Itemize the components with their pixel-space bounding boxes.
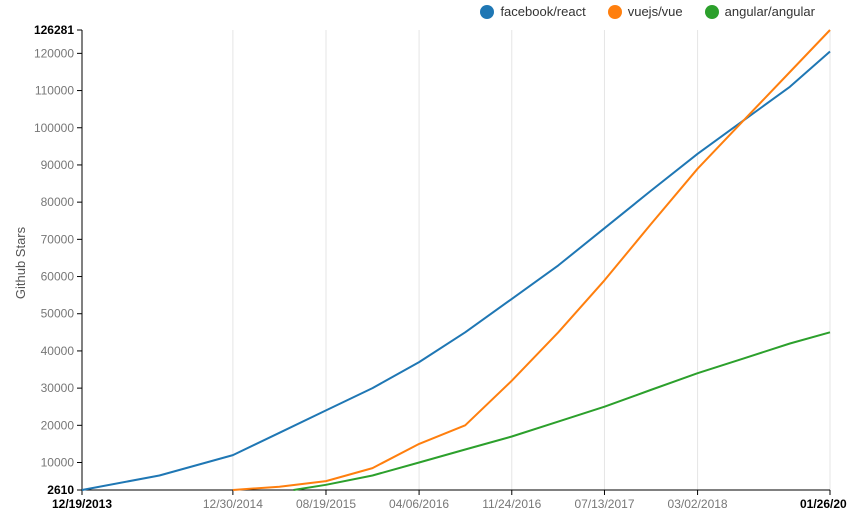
y-tick-label: 30000 bbox=[41, 381, 75, 395]
y-tick-label: 80000 bbox=[41, 195, 75, 209]
y-tick-label: 90000 bbox=[41, 158, 75, 172]
x-tick-label: 07/13/2017 bbox=[574, 497, 634, 511]
y-tick-label: 126281 bbox=[34, 23, 74, 37]
y-tick-label: 50000 bbox=[41, 307, 75, 321]
legend-dot-icon bbox=[480, 5, 494, 19]
chart-container: facebook/react vuejs/vue angular/angular… bbox=[0, 0, 847, 526]
y-tick-label: 40000 bbox=[41, 344, 75, 358]
legend-item-vue: vuejs/vue bbox=[608, 4, 683, 19]
legend-label: vuejs/vue bbox=[628, 4, 683, 19]
legend-dot-icon bbox=[608, 5, 622, 19]
y-tick-label: 100000 bbox=[34, 121, 74, 135]
y-tick-label: 20000 bbox=[41, 418, 75, 432]
x-tick-label: 01/26/2019 bbox=[800, 497, 847, 511]
series-line bbox=[233, 30, 830, 490]
line-chart: 2610 10000 20000 30000 40000 50000 60000 70000 8… bbox=[0, 0, 847, 526]
y-tick-label: 70000 bbox=[41, 232, 75, 246]
x-tick-label: 03/02/2018 bbox=[668, 497, 728, 511]
y-tick-label: 10000 bbox=[41, 456, 75, 470]
y-tick-label: 60000 bbox=[41, 270, 75, 284]
y-axis-label: Github Stars bbox=[13, 227, 28, 299]
x-tick-label: 12/30/2014 bbox=[203, 497, 263, 511]
y-tick-label: 110000 bbox=[35, 84, 74, 98]
legend-dot-icon bbox=[705, 5, 719, 19]
legend-item-react: facebook/react bbox=[480, 4, 585, 19]
legend-item-angular: angular/angular bbox=[705, 4, 815, 19]
legend-label: angular/angular bbox=[725, 4, 815, 19]
y-tick-label: 120000 bbox=[34, 46, 74, 60]
y-tick-label: 2610 bbox=[47, 483, 74, 497]
x-tick-label: 12/19/2013 bbox=[52, 497, 112, 511]
legend-label: facebook/react bbox=[500, 4, 585, 19]
legend: facebook/react vuejs/vue angular/angular bbox=[480, 4, 815, 19]
x-tick-label: 08/19/2015 bbox=[296, 497, 356, 511]
x-tick-label: 04/06/2016 bbox=[389, 497, 449, 511]
x-tick-label: 11/24/2016 bbox=[482, 497, 541, 511]
series-line bbox=[82, 52, 830, 491]
